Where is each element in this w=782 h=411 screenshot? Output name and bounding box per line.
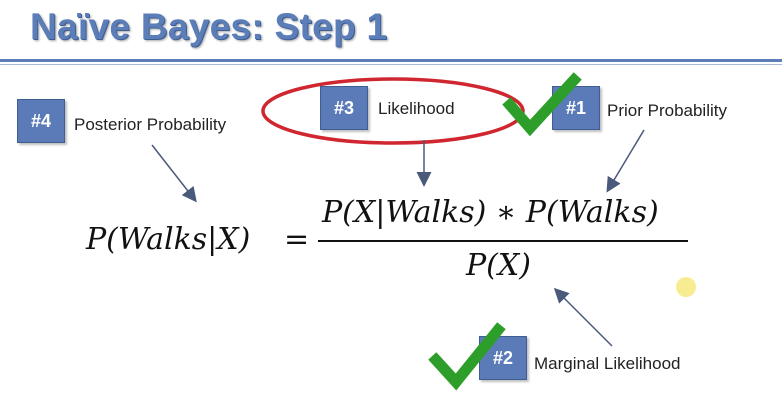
arrow-prior — [606, 129, 645, 193]
slide: Naïve Bayes: Step 1 #4 Posterior Probabi… — [0, 0, 782, 411]
likelihood-highlight-circle — [261, 77, 525, 145]
annotation-overlay — [151, 72, 645, 391]
arrow-marginal — [553, 287, 613, 347]
checkmark-icon — [428, 322, 506, 391]
arrow-posterior — [151, 144, 197, 203]
